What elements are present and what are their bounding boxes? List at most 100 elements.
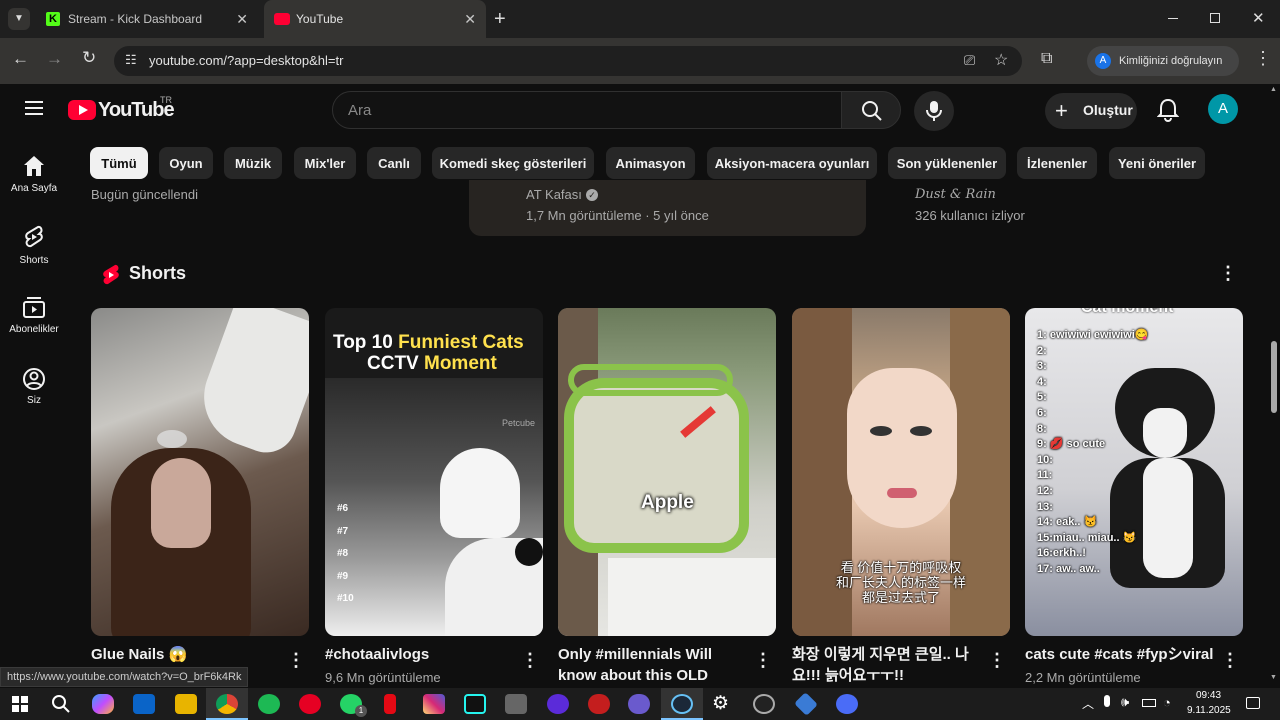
copilot-icon[interactable]	[92, 694, 114, 714]
search-input[interactable]: Ara	[332, 91, 842, 129]
sidebar-item-shorts[interactable]: Shorts	[0, 225, 68, 270]
cat-list-item: 1: ewiwiwi ewiwiwi😋	[1037, 329, 1149, 341]
create-button[interactable]: + Oluştur	[1045, 93, 1137, 129]
short-thumbnail-funniest-cats[interactable]: Top 10 Funniest Cats CCTV Moment Petcube…	[325, 308, 543, 636]
chip-animation[interactable]: Animasyon	[606, 147, 695, 179]
short-title[interactable]: Glue Nails 😱	[91, 644, 281, 665]
cat-list-item: 5:	[1037, 391, 1047, 404]
chip-gaming[interactable]: Oyun	[159, 147, 213, 179]
scrollbar-thumb[interactable]	[1271, 341, 1277, 413]
forward-icon[interactable]: →	[46, 49, 63, 69]
close-window-icon[interactable]: ✕	[1252, 9, 1265, 27]
search-button[interactable]	[841, 91, 901, 129]
maximize-icon[interactable]	[1210, 13, 1220, 23]
short-thumbnail-glue-nails[interactable]	[91, 308, 309, 636]
short-title[interactable]: cats cute #cats #fypシviral	[1025, 644, 1215, 665]
short-title[interactable]: 화장 이렇게 지우면 큰일.. 나요!!! 늙어요ㅜㅜ!!	[792, 644, 982, 686]
search-placeholder: Ara	[348, 102, 372, 119]
new-tab-icon[interactable]: +	[494, 8, 506, 31]
short-more-icon[interactable]: ⋮	[988, 650, 1006, 671]
chip-recently-uploaded[interactable]: Son yüklenenler	[888, 147, 1006, 179]
scrollbar-down-arrow-icon[interactable]: ▼	[1270, 674, 1277, 681]
account-avatar[interactable]: A	[1208, 94, 1238, 124]
sidebar-item-home[interactable]: Ana Sayfa	[0, 155, 68, 200]
short-more-icon[interactable]: ⋮	[1221, 650, 1239, 671]
video-card-highlight[interactable]: AT Kafası ✓ 1,7 Mn görüntüleme · 5 yıl ö…	[469, 180, 866, 236]
chip-mixes[interactable]: Mix'ler	[294, 147, 356, 179]
browser-menu-icon[interactable]: ⋮	[1254, 48, 1272, 69]
clock-time[interactable]: 09:43	[1196, 690, 1221, 701]
tiktok-icon[interactable]	[464, 694, 486, 714]
scrollbar-up-arrow-icon[interactable]: ▲	[1270, 86, 1277, 93]
instagram-icon[interactable]	[423, 694, 445, 714]
notification-center-icon[interactable]	[1246, 697, 1260, 709]
chip-comedy[interactable]: Komedi skeç gösterileri	[432, 147, 594, 179]
chip-new-to-you[interactable]: Yeni öneriler	[1109, 147, 1205, 179]
tab-kick-dashboard[interactable]: K Stream - Kick Dashboard ✕	[36, 0, 258, 38]
short-thumbnail-old-apple[interactable]: Apple	[558, 308, 776, 636]
windows-start-icon[interactable]	[12, 696, 28, 712]
back-icon[interactable]: ←	[12, 49, 29, 69]
chip-live[interactable]: Canlı	[367, 147, 421, 179]
short-more-icon[interactable]: ⋮	[287, 650, 305, 671]
app-icon[interactable]	[547, 694, 569, 714]
settings-gear-icon[interactable]: ⚙	[712, 692, 729, 715]
short-more-icon[interactable]: ⋮	[754, 650, 772, 671]
tab-close-icon[interactable]: ✕	[236, 11, 248, 28]
hamburger-menu-icon[interactable]	[25, 101, 43, 115]
tab-youtube[interactable]: YouTube ✕	[264, 0, 486, 38]
app-icon[interactable]	[836, 694, 858, 714]
notifications-bell-icon[interactable]	[1157, 98, 1179, 122]
verify-identity-button[interactable]: A Kimliğinizi doğrulayın	[1087, 46, 1239, 76]
tab-list-chevron-icon[interactable]: ▼	[8, 8, 30, 30]
channel-name-dust-rain[interactable]: Dust & Rain	[915, 187, 996, 202]
app-icon[interactable]	[794, 692, 818, 716]
short-thumbnail-makeup[interactable]: 看 价值十万的呼吸权 和厂长夫人的标签一样 都是过去式了	[792, 308, 1010, 636]
address-url: youtube.com/?app=desktop&hl=tr	[149, 53, 344, 68]
search-icon[interactable]	[51, 694, 71, 714]
chip-music[interactable]: Müzik	[224, 147, 282, 179]
app-icon[interactable]	[628, 694, 650, 714]
short-title[interactable]: #chotaalivlogs	[325, 644, 515, 665]
reload-icon[interactable]: ↻	[82, 48, 96, 68]
microphone-tray-icon[interactable]	[1104, 695, 1110, 707]
rank-label: #10	[337, 593, 354, 604]
section-more-icon[interactable]: ⋮	[1219, 263, 1237, 284]
voice-search-button[interactable]	[914, 91, 954, 131]
verify-label: Kimliğinizi doğrulayın	[1119, 55, 1223, 67]
youtube-logo[interactable]: YouTube TR	[68, 95, 178, 122]
address-bar[interactable]: ☷ youtube.com/?app=desktop&hl=tr ⎚ ☆	[114, 46, 1022, 76]
steam-icon[interactable]	[671, 694, 693, 714]
app-icon[interactable]	[588, 694, 610, 714]
pinterest-icon[interactable]	[299, 694, 321, 714]
spotify-icon[interactable]	[258, 694, 280, 714]
channel-name[interactable]: AT Kafası	[526, 187, 582, 202]
chrome-icon[interactable]	[216, 694, 238, 714]
app-icon[interactable]	[753, 694, 775, 714]
file-explorer-icon[interactable]	[175, 694, 197, 714]
sidebar-item-you[interactable]: Siz	[0, 367, 68, 412]
chip-all[interactable]: Tümü	[90, 147, 148, 179]
tray-overflow-icon[interactable]: ︿	[1082, 695, 1094, 712]
volume-icon[interactable]: 🕪	[1121, 694, 1129, 710]
tab-close-icon[interactable]: ✕	[464, 11, 476, 28]
wifi-icon[interactable]: ◔	[1163, 695, 1171, 710]
minimize-icon[interactable]	[1168, 18, 1178, 19]
chip-action-adventure[interactable]: Aksiyon-macera oyunları	[707, 147, 877, 179]
clock-date[interactable]: 9.11.2025	[1187, 705, 1231, 716]
outlook-icon[interactable]	[133, 694, 155, 714]
app-icon[interactable]	[505, 694, 527, 714]
short-more-icon[interactable]: ⋮	[521, 650, 539, 671]
thumb-text: CCTV	[367, 353, 424, 374]
short-thumbnail-cat-moment[interactable]: Cat moment 1: ewiwiwi ewiwiwi😋 2: 3: 4: …	[1025, 308, 1243, 636]
battery-icon[interactable]	[1142, 699, 1156, 707]
extensions-icon[interactable]: ⧉	[1041, 50, 1052, 68]
sidebar-item-subscriptions[interactable]: Abonelikler	[0, 296, 68, 341]
youtube-header: YouTube TR Ara + Oluştur A	[0, 84, 1268, 140]
chip-watched[interactable]: İzlenenler	[1017, 147, 1097, 179]
install-app-icon[interactable]: ⎚	[964, 52, 975, 69]
site-settings-icon[interactable]: ☷	[125, 52, 137, 68]
netflix-icon[interactable]	[384, 694, 396, 714]
page-scrollbar[interactable]: ▲ ▼	[1268, 84, 1280, 688]
bookmark-star-icon[interactable]: ☆	[994, 50, 1008, 70]
